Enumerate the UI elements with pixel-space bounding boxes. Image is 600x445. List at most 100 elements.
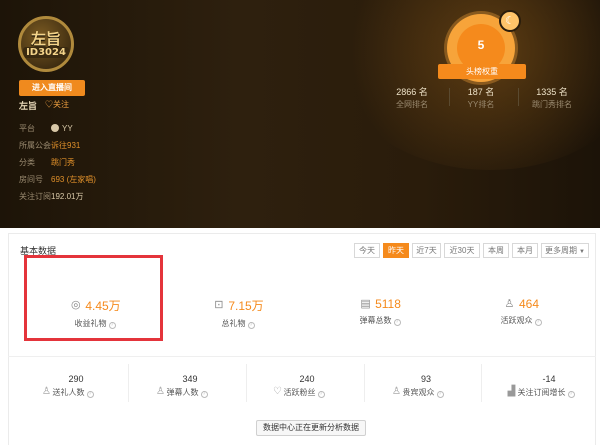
tab-this-week[interactable]: 本周 xyxy=(483,243,509,258)
help-icon[interactable]: ? xyxy=(317,390,325,398)
stat-divider xyxy=(128,364,129,402)
avatar[interactable]: 左旨 ID3024 xyxy=(18,16,74,72)
moon-icon: ☾ xyxy=(499,10,521,32)
info-value-link[interactable]: 跳门秀 xyxy=(51,158,75,167)
more-periods-dropdown[interactable]: 更多周期 ▼ xyxy=(541,243,589,258)
trend-icon: ▟ xyxy=(507,386,516,397)
info-label: 房间号 xyxy=(19,175,43,184)
info-value-link[interactable]: 诉往931 xyxy=(51,141,80,150)
rank-value: 2866 名 xyxy=(396,87,428,97)
rank-label: 跳门秀排名 xyxy=(532,100,572,109)
coin-icon: ◎ xyxy=(71,299,81,311)
tab-7-days[interactable]: 近7天 xyxy=(412,243,441,258)
rank-value: 1335 名 xyxy=(536,87,568,97)
stat-active-fans: 240 ♡ 活跃粉丝? xyxy=(253,374,343,398)
rank-divider xyxy=(518,88,519,106)
updating-notice: 数据中心正在更新分析数据 xyxy=(256,420,366,436)
stat-gift-senders: 290 ♙ 送礼人数? xyxy=(22,374,112,398)
rank-divider xyxy=(449,88,450,106)
stat-label-text: 弹幕人数 xyxy=(166,387,199,397)
rank-label: 全网排名 xyxy=(396,100,428,109)
info-label: 关注订阅 xyxy=(19,192,51,201)
stat-value: 93 xyxy=(420,374,431,384)
gift-people-icon: ♙ xyxy=(42,386,51,397)
info-subscribers: 关注订阅192.01万 xyxy=(19,191,83,202)
dropdown-label: 更多周期 xyxy=(545,246,578,255)
info-value-link[interactable]: 693 (左家唱) xyxy=(51,175,96,184)
help-icon[interactable]: ? xyxy=(534,319,542,326)
basic-data-panel xyxy=(8,233,596,445)
help-icon[interactable]: ? xyxy=(436,390,444,398)
stat-value: 290 xyxy=(68,374,84,384)
stat-label: 贵宾观众? xyxy=(402,387,444,398)
stat-value: 240 xyxy=(299,374,315,384)
info-label: 所属公会 xyxy=(19,141,51,150)
stat-label: 总礼物 xyxy=(221,319,246,328)
help-icon[interactable]: ? xyxy=(393,319,401,326)
avatar-text-id: ID3024 xyxy=(23,46,69,58)
avatar-text-top: 左旨 xyxy=(30,29,61,48)
info-platform: 平台 YY xyxy=(19,123,73,134)
barrage-icon: ▤ xyxy=(360,297,371,310)
rank-category: 1335 名 跳门秀排名 xyxy=(522,85,582,110)
follow-button[interactable]: ♡关注 xyxy=(45,99,69,110)
badge-ribbon: 头榜权重 xyxy=(438,64,526,79)
stat-label: 活跃粉丝? xyxy=(283,387,325,398)
stat-value: 5118 xyxy=(375,297,401,311)
stat-barrage-senders: 349 ♙ 弹幕人数? xyxy=(136,374,226,398)
stat-value: 4.45万 xyxy=(85,299,121,313)
barrage-people-icon: ♙ xyxy=(156,386,165,397)
stat-label: 关注订阅增长? xyxy=(517,387,575,398)
stat-value: 349 xyxy=(182,374,198,384)
stat-vip-viewers: 93 ♙ 贵宾观众? xyxy=(372,374,462,398)
info-category: 分类 跳门秀 xyxy=(19,157,75,168)
stat-barrage-total: ▤ 5118 弹幕总数? xyxy=(325,297,435,326)
tab-yesterday[interactable]: 昨天 xyxy=(383,243,409,258)
anchor-name: 左旨 xyxy=(19,101,38,111)
stat-label: 活跃观众 xyxy=(500,316,533,325)
rank-platform: 187 名 YY排名 xyxy=(451,85,511,110)
enter-live-room-button[interactable]: 进入直播间 xyxy=(19,80,85,96)
stat-value: -14 xyxy=(542,374,556,384)
rank-label: YY排名 xyxy=(467,100,495,109)
gift-icon: ⊡ xyxy=(214,299,224,311)
tab-today[interactable]: 今天 xyxy=(354,243,380,258)
help-icon[interactable]: ? xyxy=(86,390,94,398)
stat-label: 弹幕总数 xyxy=(359,316,392,325)
panel-title: 基本数据 xyxy=(20,246,57,256)
stat-label: 弹幕人数? xyxy=(166,387,208,398)
stat-divider xyxy=(246,364,247,402)
stat-subscriber-growth: -14 ▟ 关注订阅增长? xyxy=(492,374,588,398)
info-guild: 所属公会诉往931 xyxy=(19,140,80,151)
stat-label-text: 关注订阅增长 xyxy=(517,387,566,397)
stat-value: 464 xyxy=(518,297,540,311)
stat-value: 7.15万 xyxy=(228,299,264,313)
info-room: 房间号 693 (左家唱) xyxy=(19,174,96,185)
stat-total-gifts: ⊡ 7.15万 总礼物? xyxy=(183,297,293,329)
tab-30-days[interactable]: 近30天 xyxy=(444,243,480,258)
help-icon[interactable]: ? xyxy=(567,390,575,398)
tab-this-month[interactable]: 本月 xyxy=(512,243,538,258)
stat-divider xyxy=(364,364,365,402)
stat-revenue-gifts: ◎ 4.45万 收益礼物? xyxy=(40,297,150,329)
section-divider xyxy=(8,356,596,357)
help-icon[interactable]: ? xyxy=(108,322,116,329)
info-label: 分类 xyxy=(19,158,35,167)
stat-divider xyxy=(481,364,482,402)
info-label: 平台 xyxy=(19,124,35,133)
stat-label-text: 活跃粉丝 xyxy=(283,387,316,397)
help-icon[interactable]: ? xyxy=(200,390,208,398)
users-icon: ♙ xyxy=(504,297,515,310)
stat-label-text: 贵宾观众 xyxy=(402,387,435,397)
heart-icon: ♡ xyxy=(273,386,282,397)
stat-active-viewers: ♙ 464 活跃观众? xyxy=(466,297,576,326)
help-icon[interactable]: ? xyxy=(247,322,255,329)
info-value: YY xyxy=(62,124,73,133)
rank-value: 187 名 xyxy=(467,87,495,97)
stat-label: 收益礼物 xyxy=(74,319,107,328)
stat-label-text: 送礼人数 xyxy=(52,387,85,397)
vip-icon: ♙ xyxy=(392,386,401,397)
stat-label: 送礼人数? xyxy=(52,387,94,398)
chevron-down-icon: ▼ xyxy=(579,249,585,255)
rank-overall: 2866 名 全网排名 xyxy=(382,85,442,110)
